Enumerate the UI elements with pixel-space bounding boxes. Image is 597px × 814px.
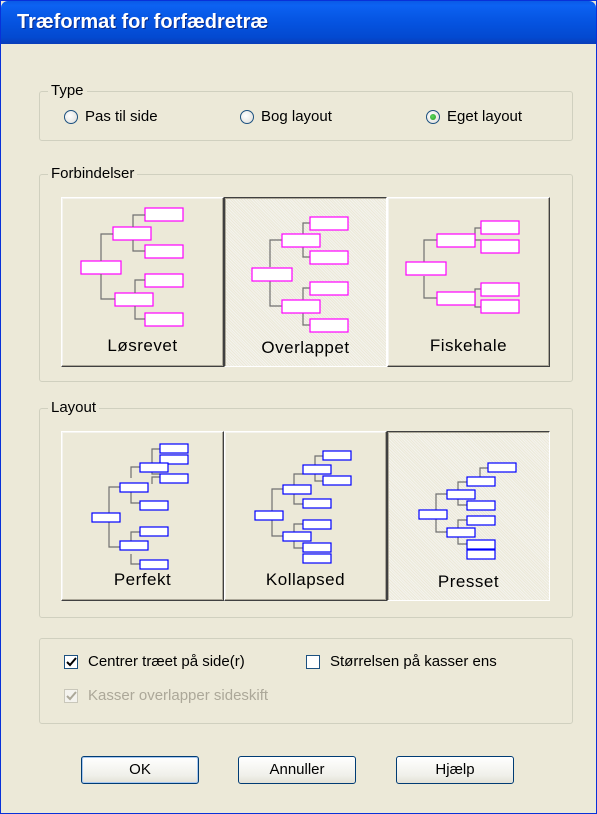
checkmark-icon [66,690,77,700]
equal-box-size-label: Størrelsen på kasser ens [330,653,497,670]
cancel-button[interactable]: Annuller [238,756,356,784]
pressed-button[interactable]: Presset [387,431,550,601]
equal-box-size-checkbox[interactable]: Størrelsen på kasser ens [306,653,497,670]
checkmark-icon [66,656,77,666]
connections-group-title: Forbindelser [48,165,138,183]
radio-custom-layout[interactable]: Eget layout [426,108,522,125]
perfect-button[interactable]: Perfekt [61,431,224,601]
overlapped-button[interactable]: Overlappet [224,197,387,367]
options-group: Centrer træet på side(r) Størrelsen på k… [39,638,573,724]
radio-custom-layout-label: Eget layout [447,108,523,125]
radio-fit-to-page-label: Pas til side [85,108,158,125]
dialog-window: Træformat for forfædretræ Type Pas til s… [0,0,597,814]
equal-box-size-box[interactable] [306,654,320,669]
boxes-overlap-page-breaks-checkbox: Kasser overlapper sideskift [64,687,268,704]
radio-book-layout[interactable]: Bog layout [240,108,332,125]
dialog-body: Type Pas til side Bog layout Eget layout… [5,44,592,809]
collapsed-button[interactable]: Kollapsed [224,431,387,601]
radio-fit-to-page-circle[interactable] [64,109,78,124]
overlapped-label: Overlappet [261,338,350,357]
type-group: Type Pas til side Bog layout Eget layout [39,82,573,141]
boxes-overlap-page-breaks-box [64,688,78,703]
fishtail-button[interactable]: Fiskehale [387,197,550,367]
radio-fit-to-page[interactable]: Pas til side [64,108,158,125]
center-tree-checkbox[interactable]: Centrer træet på side(r) [64,653,245,670]
ok-button[interactable]: OK [81,756,199,784]
fishtail-label: Fiskehale [429,336,508,355]
center-tree-label: Centrer træet på side(r) [88,653,245,670]
pressed-label: Presset [437,572,500,591]
title-bar[interactable]: Træformat for forfædretræ [1,1,596,44]
layout-group: Layout Perfekt Kollapsed Presset [39,399,573,618]
type-group-title: Type [48,82,87,100]
radio-book-layout-label: Bog layout [261,108,332,125]
help-button[interactable]: Hjælp [396,756,514,784]
layout-group-title: Layout [48,399,100,417]
detached-label: Løsrevet [107,336,178,355]
center-tree-box[interactable] [64,654,78,669]
boxes-overlap-page-breaks-label: Kasser overlapper sideskift [88,687,269,704]
collapsed-label: Kollapsed [265,570,346,589]
radio-custom-layout-circle[interactable] [426,109,440,124]
connections-group: Forbindelser Løsrevet Overlappet Fiskeha… [39,165,573,382]
detached-button[interactable]: Løsrevet [61,197,224,367]
radio-book-layout-circle[interactable] [240,109,254,124]
perfect-label: Perfekt [113,570,172,589]
window-title: Træformat for forfædretræ [17,11,269,33]
